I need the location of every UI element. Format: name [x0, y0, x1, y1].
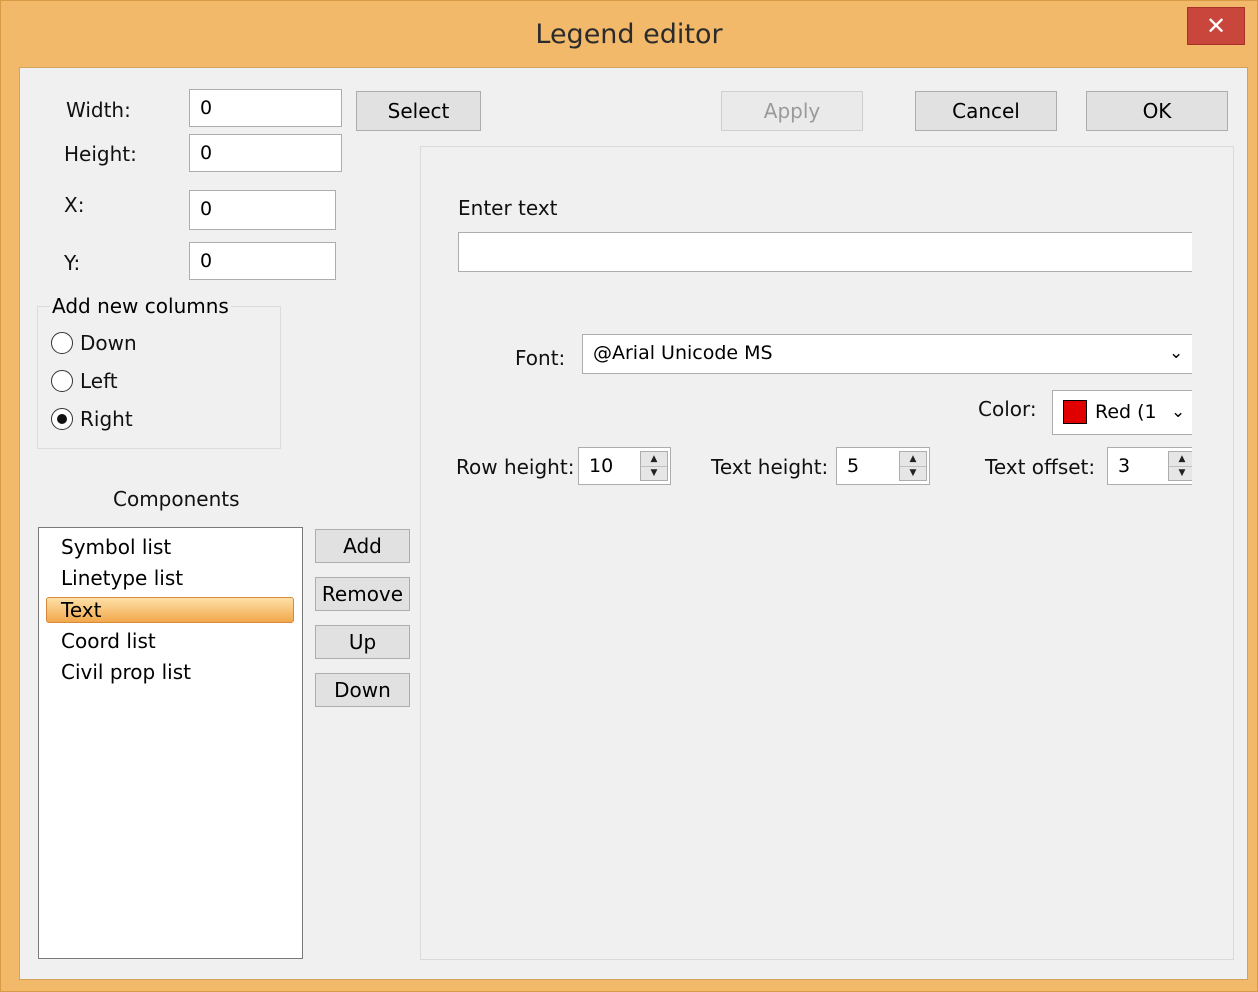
spin-down-icon[interactable]: ▼: [641, 466, 667, 480]
up-button[interactable]: Up: [315, 625, 410, 659]
enter-text-label: Enter text: [458, 196, 558, 220]
apply-button[interactable]: Apply: [721, 91, 863, 131]
title-bar[interactable]: Legend editor ✕: [1, 1, 1257, 67]
list-item[interactable]: Civil prop list: [61, 660, 191, 684]
list-item-selected[interactable]: Text: [46, 597, 294, 623]
spin-down-icon[interactable]: ▼: [1169, 466, 1192, 480]
radio-right-label: Right: [80, 407, 133, 431]
row-height-label: Row height:: [456, 455, 575, 479]
height-label: Height:: [64, 142, 137, 166]
chevron-down-icon: ⌄: [1169, 343, 1184, 363]
remove-button[interactable]: Remove: [315, 577, 410, 611]
x-label: X:: [64, 193, 85, 217]
radio-right[interactable]: [51, 408, 73, 430]
list-item[interactable]: Linetype list: [61, 566, 183, 590]
color-label: Color:: [978, 397, 1037, 421]
text-height-stepper[interactable]: 5 ▲ ▼: [836, 447, 930, 485]
select-button[interactable]: Select: [356, 91, 481, 131]
y-field[interactable]: 0: [189, 242, 336, 280]
color-select[interactable]: Red (1 ⌄: [1052, 390, 1192, 435]
cancel-button[interactable]: Cancel: [915, 91, 1057, 131]
text-height-label: Text height:: [711, 455, 829, 479]
spin-down-icon[interactable]: ▼: [900, 466, 926, 480]
text-offset-label: Text offset:: [985, 455, 1096, 479]
radio-left-label: Left: [80, 369, 118, 393]
ok-button[interactable]: OK: [1086, 91, 1228, 131]
components-heading: Components: [113, 487, 240, 511]
add-new-columns-group: [37, 306, 281, 449]
radio-left[interactable]: [51, 370, 73, 392]
close-icon: ✕: [1205, 12, 1227, 40]
close-button[interactable]: ✕: [1187, 7, 1245, 45]
down-button[interactable]: Down: [315, 673, 410, 707]
text-offset-stepper[interactable]: 3 ▲ ▼: [1107, 447, 1192, 485]
row-height-stepper[interactable]: 10 ▲ ▼: [578, 447, 671, 485]
text-offset-value: 3: [1118, 455, 1131, 477]
height-field[interactable]: 0: [189, 134, 342, 172]
window-title: Legend editor: [535, 19, 723, 50]
x-field[interactable]: 0: [189, 190, 336, 230]
width-field[interactable]: 0: [189, 89, 342, 127]
row-height-value: 10: [589, 455, 614, 477]
color-select-value: Red (1: [1095, 401, 1157, 423]
font-select[interactable]: @Arial Unicode MS ⌄: [582, 334, 1192, 374]
radio-down[interactable]: [51, 332, 73, 354]
radio-down-label: Down: [80, 331, 137, 355]
components-list[interactable]: Symbol list Linetype list Text Coord lis…: [38, 527, 303, 959]
chevron-down-icon: ⌄: [1171, 402, 1186, 422]
width-label: Width:: [66, 98, 131, 122]
color-swatch: [1063, 400, 1087, 424]
spin-up-icon[interactable]: ▲: [641, 452, 667, 467]
enter-text-field[interactable]: [458, 232, 1192, 272]
spin-up-icon[interactable]: ▲: [900, 452, 926, 467]
spin-up-icon[interactable]: ▲: [1169, 452, 1192, 467]
add-new-columns-label: Add new columns: [50, 294, 231, 318]
list-item[interactable]: Symbol list: [61, 535, 171, 559]
add-button[interactable]: Add: [315, 529, 410, 563]
text-height-value: 5: [847, 455, 860, 477]
font-label: Font:: [515, 346, 566, 370]
font-select-value: @Arial Unicode MS: [593, 342, 773, 364]
y-label: Y:: [64, 251, 81, 275]
list-item[interactable]: Coord list: [61, 629, 156, 653]
